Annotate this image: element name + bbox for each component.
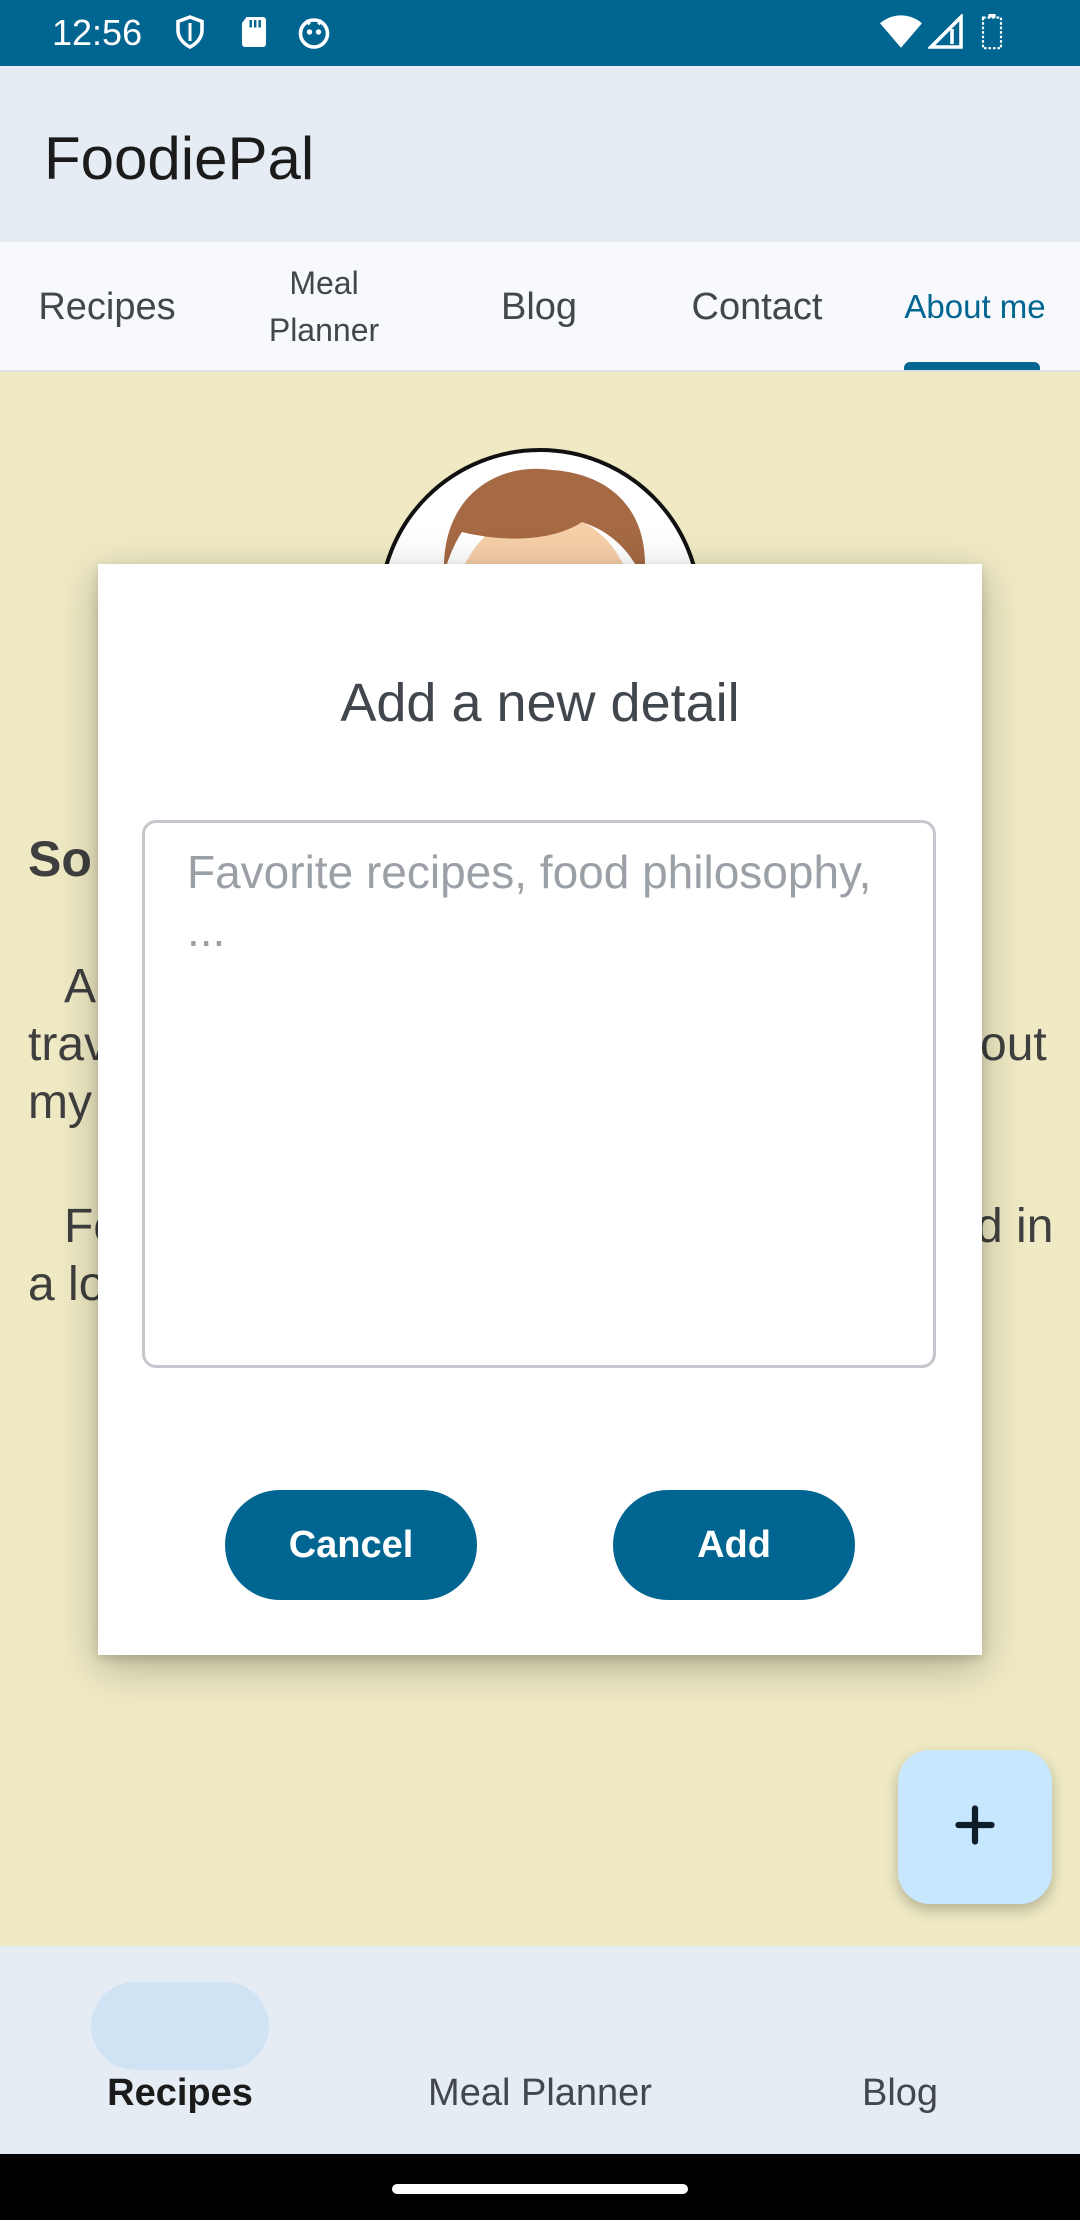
bottom-nav-recipes-label: Recipes bbox=[107, 2072, 253, 2114]
detail-input[interactable] bbox=[142, 820, 936, 1368]
bottom-nav-blog[interactable]: Blog bbox=[720, 1946, 1080, 2154]
system-gesture-bar bbox=[0, 2154, 1080, 2220]
bottom-nav-recipes[interactable]: Recipes bbox=[0, 1946, 360, 2154]
active-indicator-pill bbox=[91, 1982, 269, 2070]
home-gesture-handle[interactable] bbox=[392, 2184, 688, 2194]
bottom-nav-blog-label: Blog bbox=[861, 2072, 939, 2114]
bottom-nav-meal-planner[interactable]: Meal Planner bbox=[360, 1946, 720, 2154]
cancel-button[interactable]: Cancel bbox=[225, 1490, 477, 1600]
add-detail-dialog: Add a new detail Cancel Add bbox=[98, 564, 982, 1655]
add-button[interactable]: Add bbox=[613, 1490, 855, 1600]
dialog-title: Add a new detail bbox=[340, 673, 740, 733]
bottom-nav-meal-planner-label: Meal Planner bbox=[428, 2072, 652, 2114]
bottom-navigation: Recipes Meal Planner Blog bbox=[0, 1946, 1080, 2154]
